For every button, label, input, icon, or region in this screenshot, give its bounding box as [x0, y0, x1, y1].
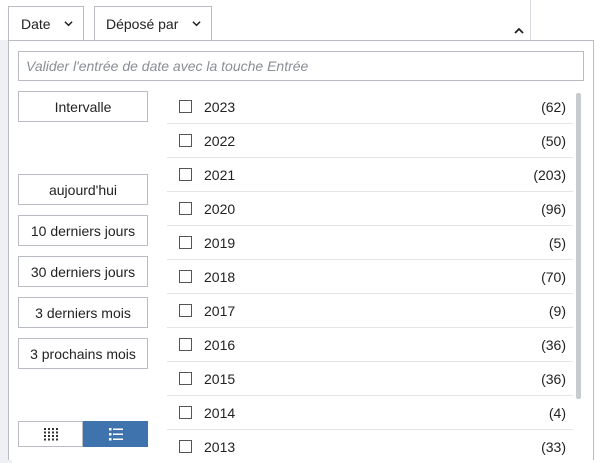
year-label: 2020: [204, 200, 236, 217]
chevron-down-icon: [192, 21, 201, 27]
year-count: (62): [541, 98, 566, 115]
chevron-down-icon: [64, 21, 73, 27]
list-view-button[interactable]: [83, 421, 148, 447]
last-3-months-button[interactable]: 3 derniers mois: [18, 297, 148, 328]
year-checkbox[interactable]: [179, 236, 192, 249]
date-entry-input[interactable]: [18, 51, 584, 81]
year-label: 2014: [204, 404, 236, 421]
year-label: 2017: [204, 302, 236, 319]
last-10-days-button[interactable]: 10 derniers jours: [18, 215, 148, 246]
year-label: 2023: [204, 98, 236, 115]
year-list: 2023 (62) 2022 (50) 2021 (203) 2020 (96) 2019 (5)…: [167, 90, 573, 460]
background-divider: [530, 0, 531, 40]
last-10-days-label: 10 derniers jours: [30, 222, 136, 239]
date-filter-panel: Intervalle aujourd'hui 10 derniers jours…: [8, 40, 594, 460]
year-checkbox[interactable]: [179, 168, 192, 181]
year-row[interactable]: 2017 (9): [167, 294, 573, 328]
today-button[interactable]: aujourd'hui: [18, 174, 148, 205]
year-label: 2018: [204, 268, 236, 285]
year-count: (70): [541, 268, 566, 285]
year-list-scrollbar[interactable]: [576, 93, 581, 399]
last-30-days-label: 30 derniers jours: [30, 263, 136, 280]
year-checkbox[interactable]: [179, 202, 192, 215]
year-label: 2022: [204, 132, 236, 149]
date-filter-button[interactable]: Date: [8, 6, 84, 40]
last-30-days-button[interactable]: 30 derniers jours: [18, 256, 148, 287]
year-row[interactable]: 2021 (203): [167, 158, 573, 192]
year-row[interactable]: 2016 (36): [167, 328, 573, 362]
year-count: (36): [541, 336, 566, 353]
next-3-months-button[interactable]: 3 prochains mois: [18, 338, 148, 369]
year-count: (50): [541, 132, 566, 149]
year-checkbox[interactable]: [179, 270, 192, 283]
view-mode-toggle: [18, 421, 148, 447]
year-checkbox[interactable]: [179, 134, 192, 147]
date-filter-label: Date: [21, 15, 51, 32]
year-checkbox[interactable]: [179, 406, 192, 419]
chevron-up-icon[interactable]: [513, 26, 525, 36]
year-label: 2016: [204, 336, 236, 353]
grid-icon: [43, 427, 58, 440]
year-count: (5): [548, 234, 566, 251]
year-count: (36): [541, 370, 566, 387]
year-count: (203): [533, 166, 566, 183]
year-row[interactable]: 2018 (70): [167, 260, 573, 294]
year-row[interactable]: 2013 (33): [167, 430, 573, 460]
depose-par-filter-label: Déposé par: [106, 15, 179, 32]
year-row[interactable]: 2015 (36): [167, 362, 573, 396]
depose-par-filter-button[interactable]: Déposé par: [94, 6, 212, 40]
year-label: 2019: [204, 234, 236, 251]
year-label: 2013: [204, 438, 236, 455]
year-row[interactable]: 2022 (50): [167, 124, 573, 158]
year-row[interactable]: 2020 (96): [167, 192, 573, 226]
year-checkbox[interactable]: [179, 304, 192, 317]
year-checkbox[interactable]: [179, 440, 192, 453]
year-count: (33): [541, 438, 566, 455]
year-count: (96): [541, 200, 566, 217]
today-label: aujourd'hui: [48, 181, 118, 198]
year-checkbox[interactable]: [179, 338, 192, 351]
year-checkbox[interactable]: [179, 100, 192, 113]
last-3-months-label: 3 derniers mois: [35, 304, 131, 321]
year-row[interactable]: 2023 (62): [167, 90, 573, 124]
year-count: (4): [548, 404, 566, 421]
interval-button[interactable]: Intervalle: [18, 91, 148, 122]
grid-view-button[interactable]: [18, 421, 83, 447]
next-3-months-label: 3 prochains mois: [30, 345, 136, 362]
year-label: 2015: [204, 370, 236, 387]
year-row[interactable]: 2019 (5): [167, 226, 573, 260]
year-label: 2021: [204, 166, 236, 183]
year-checkbox[interactable]: [179, 372, 192, 385]
list-icon: [108, 427, 123, 440]
year-row[interactable]: 2014 (4): [167, 396, 573, 430]
interval-label: Intervalle: [54, 98, 112, 115]
year-count: (9): [548, 302, 566, 319]
